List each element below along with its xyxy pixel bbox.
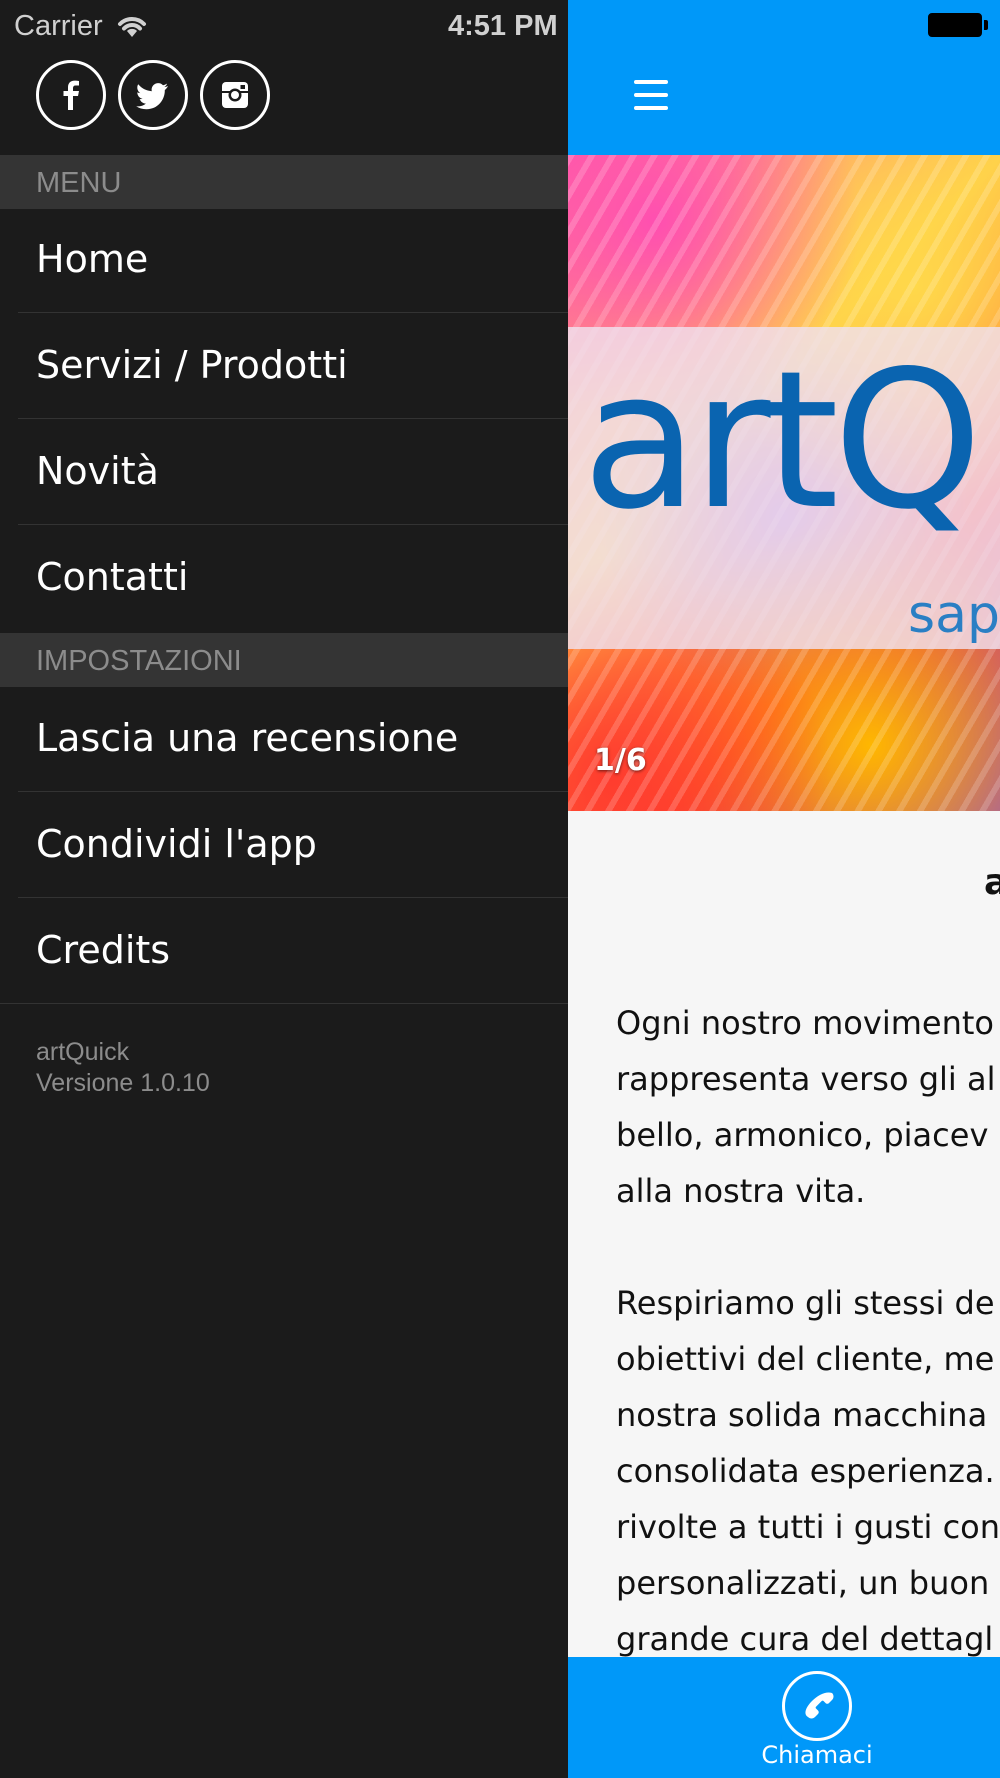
twitter-button[interactable] xyxy=(118,60,188,130)
battery-tip xyxy=(984,20,988,30)
brand-logo-subtitle: sap xyxy=(908,585,1000,645)
status-time: 4:51 PM xyxy=(448,10,558,42)
top-navigation-bar xyxy=(568,0,1000,155)
twitter-icon xyxy=(136,83,168,110)
hamburger-icon-line xyxy=(634,106,668,110)
divider xyxy=(0,1003,568,1004)
menu-item-servizi-prodotti[interactable]: Servizi / Prodotti xyxy=(0,313,568,419)
hamburger-icon-line xyxy=(634,80,668,84)
text-line: consolidata esperienza. xyxy=(616,1452,995,1490)
brand-logo-text: artQ xyxy=(582,330,983,551)
page-title: a xyxy=(984,862,1000,903)
app-version: Versione 1.0.10 xyxy=(36,1069,210,1097)
app-name: artQuick xyxy=(36,1038,130,1066)
phone-icon xyxy=(805,1692,834,1719)
text-line: nostra solida macchina xyxy=(616,1396,988,1434)
slide-counter: 1/6 xyxy=(594,743,647,778)
call-button[interactable] xyxy=(782,1671,852,1741)
instagram-button[interactable] xyxy=(200,60,270,130)
text-line: Ogni nostro movimento xyxy=(616,1004,994,1042)
wifi-icon xyxy=(117,17,146,37)
menu-item-contatti[interactable]: Contatti xyxy=(0,525,568,631)
image-slider[interactable]: artQ sap 1/6 xyxy=(568,155,1000,811)
side-drawer: Carrier 4:51 PM MENU Home Servizi / Prod… xyxy=(0,0,568,1778)
main-content: artQ sap 1/6 a Ogni nostro movimento rap… xyxy=(568,0,1000,1778)
text-line: rappresenta verso gli al xyxy=(616,1060,996,1098)
instagram-icon xyxy=(222,82,248,108)
text-line: personalizzati, un buon xyxy=(616,1564,990,1602)
menu-item-credits[interactable]: Credits xyxy=(0,898,568,1004)
carrier-label: Carrier xyxy=(14,9,103,42)
section-header-impostazioni: IMPOSTAZIONI xyxy=(0,633,568,687)
status-bar-left: Carrier xyxy=(14,6,149,46)
text-line: bello, armonico, piacev xyxy=(616,1116,989,1154)
menu-item-label: Lascia una recensione xyxy=(36,716,459,760)
hamburger-icon-line xyxy=(634,93,668,97)
facebook-button[interactable] xyxy=(36,60,106,130)
section-header-menu: MENU xyxy=(0,155,568,209)
text-line: obiettivi del cliente, me xyxy=(616,1340,995,1378)
menu-item-label: Contatti xyxy=(36,555,189,599)
menu-item-label: Servizi / Prodotti xyxy=(36,343,348,387)
text-line: rivolte a tutti i gusti con xyxy=(616,1508,1000,1546)
menu-item-label: Novità xyxy=(36,449,159,493)
call-button-label: Chiamaci xyxy=(761,1741,873,1769)
text-line: Respiriamo gli stessi de xyxy=(616,1284,995,1322)
menu-item-label: Condividi l'app xyxy=(36,822,317,866)
menu-item-label: Credits xyxy=(36,928,171,972)
menu-toggle-button[interactable] xyxy=(634,80,670,116)
body-text: Ogni nostro movimento rappresenta verso … xyxy=(616,995,1000,1667)
menu-item-label: Home xyxy=(36,237,149,281)
menu-item-lascia-recensione[interactable]: Lascia una recensione xyxy=(0,686,568,792)
menu-item-novita[interactable]: Novità xyxy=(0,419,568,525)
bottom-action-bar: Chiamaci xyxy=(568,1657,1000,1778)
social-links xyxy=(36,60,270,130)
facebook-icon xyxy=(63,80,79,110)
app-info: artQuick Versione 1.0.10 xyxy=(36,1037,210,1099)
text-line: alla nostra vita. xyxy=(616,1172,866,1210)
menu-item-home[interactable]: Home xyxy=(0,207,568,313)
menu-item-condividi-app[interactable]: Condividi l'app xyxy=(0,792,568,898)
battery-icon xyxy=(928,13,982,37)
